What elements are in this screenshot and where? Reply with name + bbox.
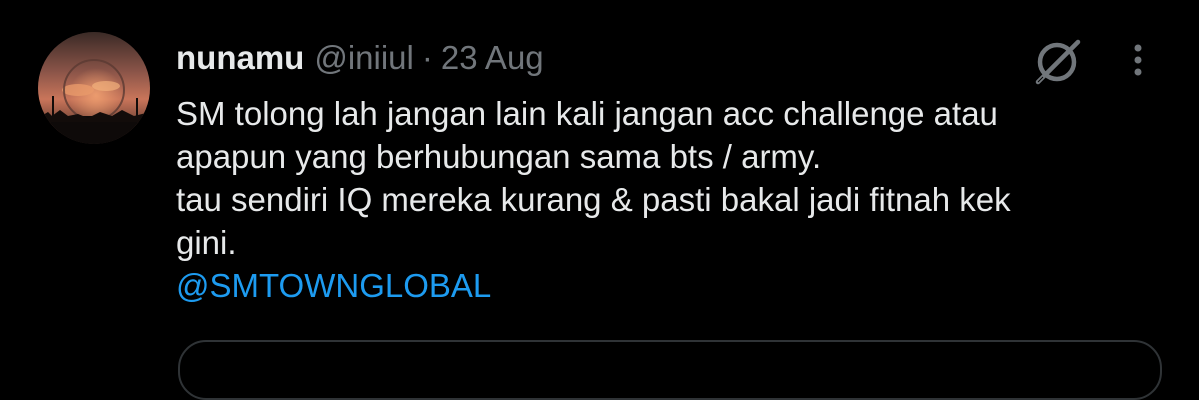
tweet-text-line: apapun yang berhubungan sama bts / army.: [176, 138, 822, 175]
mention-link[interactable]: @SMTOWNGLOBAL: [176, 264, 1166, 307]
display-name[interactable]: nunamu: [176, 39, 304, 77]
tweet-text-line: gini.: [176, 224, 237, 261]
tweet-text: SM tolong lah jangan lain kali jangan ac…: [176, 92, 1166, 307]
tweet-header: nunamu @iniiul · 23 Aug: [176, 36, 544, 80]
avatar[interactable]: [38, 32, 150, 144]
tweet[interactable]: nunamu @iniiul · 23 Aug SM tolong lah ja…: [0, 0, 1199, 400]
timestamp[interactable]: 23 Aug: [441, 39, 544, 77]
separator-dot: ·: [421, 39, 433, 76]
more-options-icon[interactable]: [1128, 40, 1148, 84]
avatar-image: [38, 32, 150, 144]
quoted-media-card[interactable]: [178, 340, 1162, 400]
grok-icon[interactable]: [1028, 36, 1086, 88]
tweet-text-line: SM tolong lah jangan lain kali jangan ac…: [176, 95, 998, 132]
tweet-text-line: tau sendiri IQ mereka kurang & pasti bak…: [176, 181, 1011, 218]
username[interactable]: @iniiul: [314, 39, 414, 77]
